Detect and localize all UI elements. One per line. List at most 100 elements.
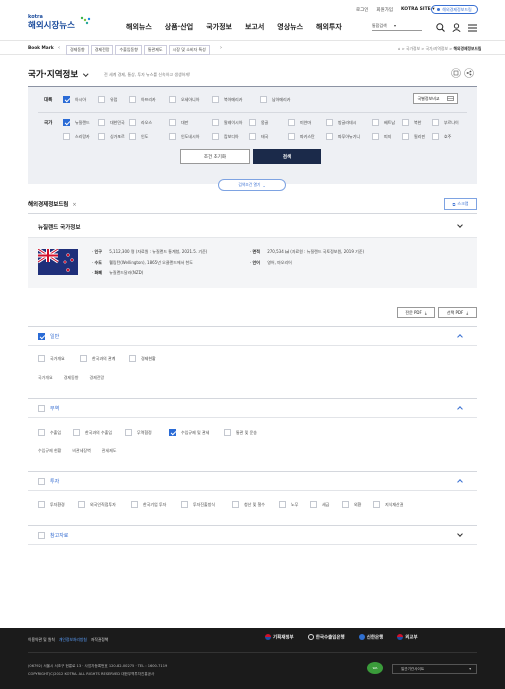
compare-button[interactable]: 국별정보비교: [413, 93, 458, 104]
section-invest-header[interactable]: 투자: [28, 471, 477, 491]
share-icon[interactable]: [464, 68, 474, 78]
section-trade-toggle[interactable]: 무역: [38, 405, 59, 412]
country-option[interactable]: 인도: [129, 133, 148, 140]
select-pdf-button[interactable]: 선택 PDF ⤓: [438, 307, 477, 318]
country-option[interactable]: 미얀마: [288, 119, 311, 126]
country-card-header[interactable]: 뉴질랜드 국가정보: [28, 213, 477, 238]
country-option[interactable]: 몽골: [249, 119, 268, 126]
bookmark-prev-icon[interactable]: ‹: [58, 45, 60, 51]
bookmark-item[interactable]: 통관제도: [143, 44, 167, 55]
country-option[interactable]: 싱가포르: [98, 133, 125, 140]
country-option[interactable]: 캄보디아: [212, 133, 239, 140]
sub-link[interactable]: 국가개요: [38, 375, 53, 380]
partner-moef[interactable]: 기획재정부: [265, 634, 294, 641]
crumb-item[interactable]: 국가정보: [406, 46, 420, 51]
scrap-button[interactable]: ⧉ 스크랩: [444, 198, 477, 210]
partner-shinhan[interactable]: 신한은행: [358, 634, 383, 641]
region-europe[interactable]: 유럽: [98, 96, 117, 103]
opt-overview[interactable]: 국가개요: [38, 355, 65, 362]
reset-button[interactable]: 조건 초기화: [180, 149, 250, 164]
dream-pill-button[interactable]: 해외경제정보드림: [431, 5, 478, 14]
sub-link[interactable]: 비관세장벽: [72, 448, 90, 453]
opt-forex[interactable]: 외환: [342, 501, 361, 508]
menu-icon[interactable]: [468, 24, 477, 32]
login-link[interactable]: 로그인: [356, 7, 368, 13]
opt-fdi[interactable]: 외국인직접투자: [78, 501, 116, 508]
opt-korea-relations[interactable]: 한국과의 관계: [80, 355, 115, 362]
opt-labor[interactable]: 노무: [279, 501, 298, 508]
nav-products[interactable]: 상품·산업: [165, 22, 193, 32]
country-option[interactable]: 피지: [372, 133, 391, 140]
opt-invest-env[interactable]: 투자환경: [38, 501, 65, 508]
nav-overseas-news[interactable]: 해외뉴스: [126, 22, 152, 32]
signup-link[interactable]: 회원가입: [376, 7, 393, 13]
section-ref-header[interactable]: 참고자료: [28, 525, 477, 545]
region-africa[interactable]: 아프리카: [129, 96, 156, 103]
bookmark-item[interactable]: 경제동향: [66, 44, 89, 55]
opt-ip[interactable]: 지식재산권: [373, 501, 403, 508]
bookmark-item[interactable]: 수출입동향: [115, 44, 142, 55]
section-general-toggle[interactable]: 일반: [38, 333, 59, 340]
country-option[interactable]: 말레이시아: [212, 119, 242, 126]
region-north-america[interactable]: 북아메리카: [212, 96, 242, 103]
footer-copyright-link[interactable]: 저작권정책: [91, 637, 108, 642]
partner-kexim[interactable]: 한국수출입은행: [307, 634, 345, 641]
country-option[interactable]: 베트남: [372, 119, 395, 126]
page-title[interactable]: 국가·지역정보: [28, 68, 89, 80]
close-icon[interactable]: ×: [72, 202, 76, 208]
country-option[interactable]: 필리핀: [402, 133, 425, 140]
partner-mofa[interactable]: 외교부: [397, 634, 418, 641]
user-icon[interactable]: [452, 23, 461, 32]
country-option[interactable]: 방글라데시: [326, 119, 356, 126]
bookmark-item[interactable]: 시장 및 소비자 특성: [168, 44, 210, 55]
section-invest-toggle[interactable]: 투자: [38, 478, 59, 485]
search-button[interactable]: 검색: [253, 149, 321, 164]
country-option[interactable]: 파푸아뉴기니: [326, 133, 360, 140]
nav-country-info[interactable]: 국가정보: [206, 22, 232, 32]
country-option[interactable]: 부르나이: [432, 119, 459, 126]
opt-liquidation[interactable]: 청산 및 철수: [232, 501, 265, 508]
sub-link[interactable]: 수입규제 현황: [38, 448, 61, 453]
opt-import-export[interactable]: 수출입: [38, 429, 61, 436]
kotra-site-link[interactable]: KOTRA SITE ▾: [401, 7, 435, 13]
section-general-header[interactable]: 일반: [28, 326, 477, 346]
country-option[interactable]: 스리랑카: [63, 133, 90, 140]
bookmark-item[interactable]: 경제전망: [90, 44, 114, 55]
opt-korean-invest[interactable]: 한국기업 투자: [131, 501, 166, 508]
full-pdf-button[interactable]: 전문 PDF ⤓: [397, 307, 435, 318]
opt-import-regulation[interactable]: 수입규제 및 관세: [169, 429, 209, 436]
country-option[interactable]: 대한민국: [98, 119, 125, 126]
bookmark-next-icon[interactable]: ›: [220, 45, 222, 51]
logo[interactable]: kotra 해외시장뉴스: [28, 14, 91, 31]
opt-trade-agreement[interactable]: 무역협정: [125, 429, 152, 436]
country-option[interactable]: 인도네시아: [169, 133, 199, 140]
section-ref-toggle[interactable]: 참고자료: [38, 532, 68, 539]
search-select[interactable]: 통합검색 ▾: [372, 23, 422, 31]
country-option[interactable]: 대만: [169, 119, 188, 126]
family-site-select[interactable]: 일관기관사이트 ▾: [392, 664, 477, 674]
region-asia[interactable]: 아시아: [63, 96, 86, 103]
print-icon[interactable]: [451, 68, 461, 78]
opt-economy[interactable]: 경제현황: [129, 355, 156, 362]
sub-link[interactable]: 관세제도: [102, 448, 117, 453]
opt-customs[interactable]: 통관 및 운송: [224, 429, 257, 436]
expand-conditions-button[interactable]: 검색조건 열기 ⌄: [218, 179, 286, 191]
footer-privacy-link[interactable]: 개인정보처리방침: [59, 637, 87, 642]
country-option[interactable]: 뉴질랜드: [63, 119, 90, 126]
nav-investment[interactable]: 해외투자: [316, 22, 342, 32]
nav-video-news[interactable]: 영상뉴스: [277, 22, 303, 32]
sub-link[interactable]: 경제동향: [64, 375, 79, 380]
country-option[interactable]: 호주: [432, 133, 451, 140]
nav-reports[interactable]: 보고서: [245, 22, 264, 32]
country-option[interactable]: 라오스: [129, 119, 152, 126]
region-oceania[interactable]: 오세아니아: [169, 96, 199, 103]
sub-link[interactable]: 경제전망: [89, 375, 104, 380]
opt-korea-trade[interactable]: 한국과의 수출입: [73, 429, 112, 436]
footer-terms-link[interactable]: 이용약관 및 원칙: [28, 637, 55, 642]
country-option[interactable]: 북한: [402, 119, 421, 126]
country-option[interactable]: 파키스탄: [288, 133, 315, 140]
crumb-item[interactable]: 국가/지역정보: [426, 46, 448, 51]
region-south-america[interactable]: 남아메리카: [260, 96, 290, 103]
section-trade-header[interactable]: 무역: [28, 398, 477, 418]
opt-entry-method[interactable]: 투자진출방식: [181, 501, 215, 508]
